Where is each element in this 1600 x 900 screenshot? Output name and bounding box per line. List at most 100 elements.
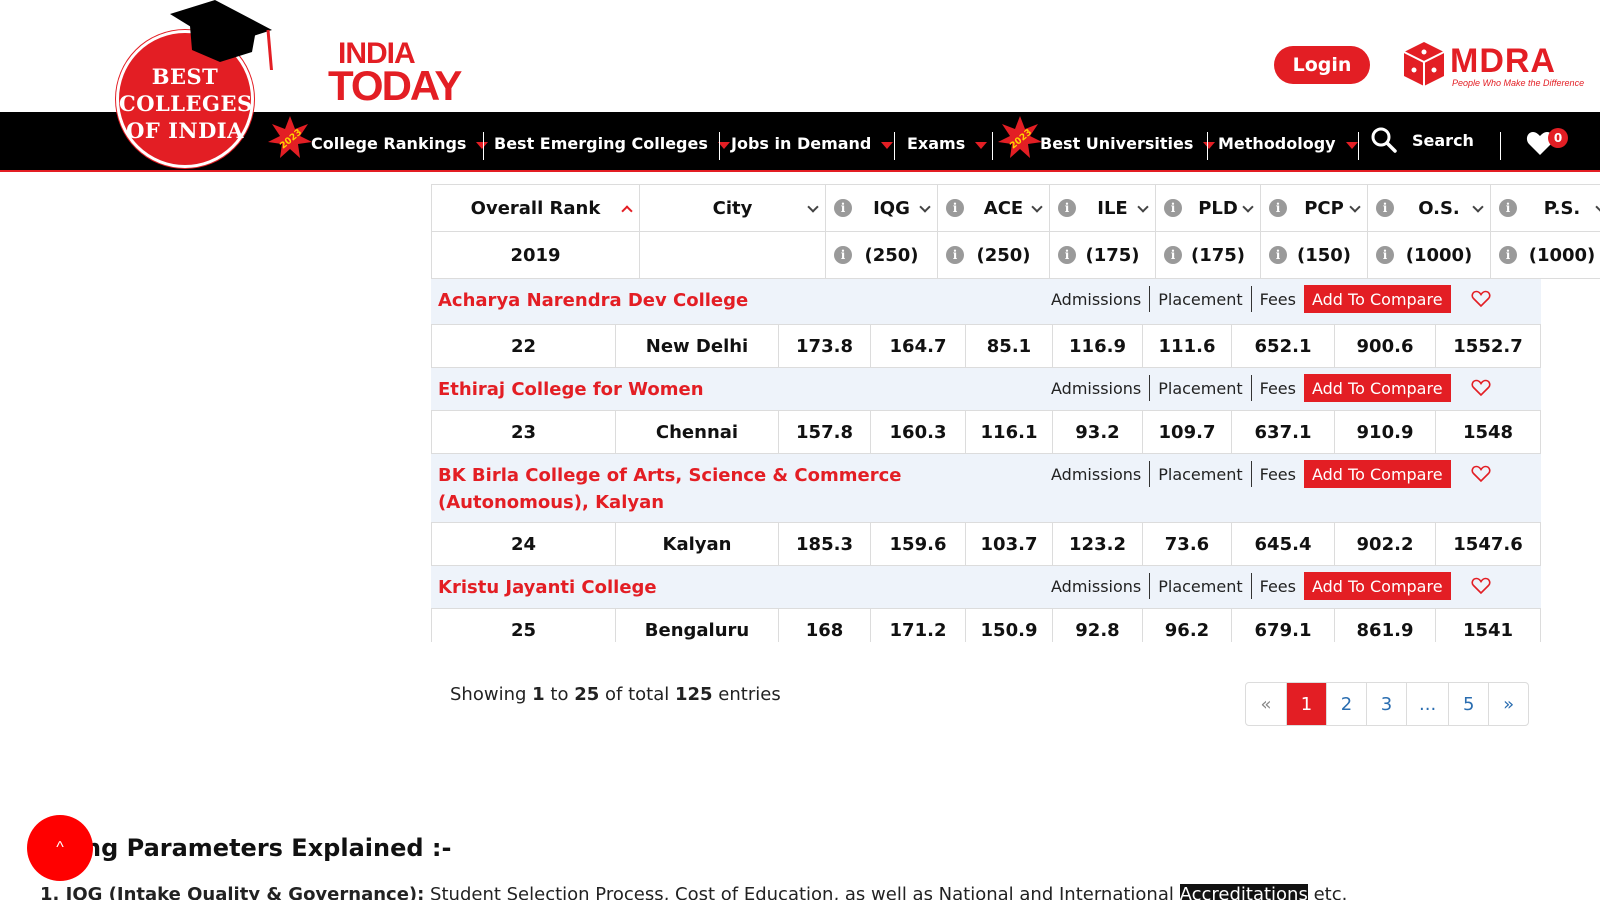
info-icon[interactable]: i [1164,246,1182,264]
nav-search[interactable]: Search [1370,126,1474,154]
cell-iqg: 173.8 [779,324,871,368]
add-to-compare-button[interactable]: Add To Compare [1303,572,1451,600]
placement-link[interactable]: Placement [1149,286,1250,312]
chevron-down-icon [1595,201,1600,213]
cell-ile: 116.1 [966,410,1053,454]
cell-pcp: 111.6 [1143,324,1232,368]
cell-ile: 150.9 [966,608,1053,642]
college-name-link[interactable]: Kristu Jayanti College [438,574,1028,601]
logo-text: BEST COLLEGES OF INDIA [119,63,252,144]
parameter-text-tail: etc. [1307,884,1348,900]
info-icon[interactable]: i [1499,199,1517,217]
fees-link[interactable]: Fees [1250,375,1304,401]
chevron-down-icon [881,141,894,149]
info-icon[interactable]: i [834,199,852,217]
fees-link[interactable]: Fees [1250,286,1304,312]
cell-os: 652.1 [1232,324,1335,368]
fees-link[interactable]: Fees [1250,461,1304,487]
college-name-row: BK Birla College of Arts, Science & Comm… [431,454,1541,522]
india-today-logo[interactable]: INDIA TODAY [328,39,462,107]
cell-pcp: 109.7 [1143,410,1232,454]
parameter-label: 1. IQG (Intake Quality & Governance): [40,884,425,900]
info-icon[interactable]: i [1376,246,1394,264]
nav-label: Best Emerging Colleges [494,133,708,153]
info-icon[interactable]: i [946,246,964,264]
parameter-iqg-description: 1. IQG (Intake Quality & Governance): St… [40,884,1347,900]
info-icon[interactable]: i [834,246,852,264]
col-header-ace[interactable]: i ACE [938,184,1050,232]
placement-link[interactable]: Placement [1149,461,1250,487]
col-header-city[interactable]: City [640,184,826,232]
cell-pld: 93.2 [1053,410,1143,454]
subheader-pcp-max: i (150) [1261,231,1368,279]
col-header-os[interactable]: i O.S. [1368,184,1491,232]
page-5-button[interactable]: 5 [1448,683,1488,725]
cell-city: Bengaluru [616,608,779,642]
info-icon[interactable]: i [1058,199,1076,217]
heart-outline-icon[interactable] [1471,465,1491,483]
col-header-pcp[interactable]: i PCP [1261,184,1368,232]
nav-divider [894,132,895,160]
nav-college-rankings[interactable]: College Rankings [311,128,489,158]
info-icon[interactable]: i [1376,199,1394,217]
admissions-link[interactable]: Admissions [1043,573,1149,599]
page-2-button[interactable]: 2 [1326,683,1366,725]
info-icon[interactable]: i [1164,199,1182,217]
admissions-link[interactable]: Admissions [1043,286,1149,312]
col-header-ps[interactable]: i P.S. [1491,184,1600,232]
college-name-link[interactable]: BK Birla College of Arts, Science & Comm… [438,462,1028,516]
info-icon[interactable]: i [1058,246,1076,264]
chevron-down-icon [1345,141,1358,149]
add-to-compare-button[interactable]: Add To Compare [1303,460,1451,488]
wishlist-button[interactable]: 0 [1526,128,1574,158]
wishlist-count-badge: 0 [1548,128,1568,148]
nav-divider [992,132,993,160]
chevron-down-icon [1137,201,1149,213]
pagination: « 1 2 3 ... 5 » [1245,682,1530,726]
admissions-link[interactable]: Admissions [1043,461,1149,487]
cell-city: Kalyan [616,522,779,566]
login-button[interactable]: Login [1274,46,1370,84]
cell-iqg: 157.8 [779,410,871,454]
nav-jobs-in-demand[interactable]: Jobs in Demand [731,128,894,158]
page-3-button[interactable]: 3 [1366,683,1406,725]
chevron-down-icon [1349,201,1361,213]
heart-outline-icon[interactable] [1471,577,1491,595]
page-1-button[interactable]: 1 [1286,683,1326,725]
nav-exams[interactable]: Exams [907,128,988,158]
scroll-to-top-button[interactable]: ^ [27,815,93,881]
chevron-down-icon [919,201,931,213]
row-actions: Admissions Placement Fees Add To Compare [1043,460,1491,488]
placement-link[interactable]: Placement [1149,573,1250,599]
info-icon[interactable]: i [946,199,964,217]
nav-best-emerging-colleges[interactable]: Best Emerging Colleges [494,128,730,158]
col-header-overall-rank[interactable]: Overall Rank [431,184,640,232]
table-row: 24 Kalyan 185.3 159.6 103.7 123.2 73.6 6… [431,522,1541,566]
info-icon[interactable]: i [1269,199,1287,217]
heart-outline-icon[interactable] [1471,379,1491,397]
chevron-down-icon [1031,201,1043,213]
cell-ace: 164.7 [871,324,966,368]
add-to-compare-button[interactable]: Add To Compare [1303,285,1451,313]
search-icon [1371,127,1397,153]
page-prev-button[interactable]: « [1246,683,1286,725]
col-header-iqg[interactable]: i IQG [826,184,938,232]
fees-link[interactable]: Fees [1250,573,1304,599]
college-name-link[interactable]: Ethiraj College for Women [438,376,1028,403]
heart-outline-icon[interactable] [1471,290,1491,308]
placement-link[interactable]: Placement [1149,375,1250,401]
info-icon[interactable]: i [1499,246,1517,264]
nav-label: College Rankings [311,133,467,153]
nav-best-universities[interactable]: Best Universities [1040,128,1216,158]
mdra-logo[interactable]: MDRA People Who Make the Difference [1402,40,1584,90]
nav-methodology[interactable]: Methodology [1218,128,1358,158]
col-header-ile[interactable]: i ILE [1050,184,1156,232]
row-actions: Admissions Placement Fees Add To Compare [1043,572,1491,600]
college-name-link[interactable]: Acharya Narendra Dev College [438,287,1028,314]
admissions-link[interactable]: Admissions [1043,375,1149,401]
page-next-button[interactable]: » [1488,683,1528,725]
info-icon[interactable]: i [1269,246,1287,264]
add-to-compare-button[interactable]: Add To Compare [1303,374,1451,402]
subheader-ile-max: i (175) [1050,231,1156,279]
col-header-pld[interactable]: i PLD [1156,184,1261,232]
